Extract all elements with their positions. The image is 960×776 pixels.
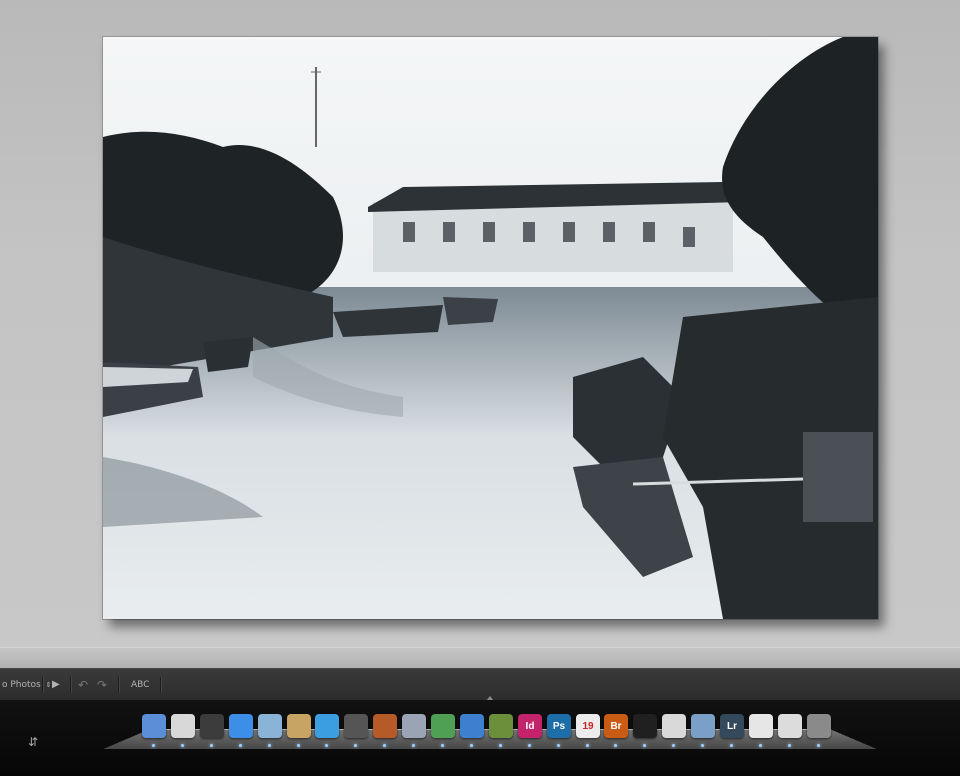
- spelling-button[interactable]: ABC: [131, 669, 149, 701]
- running-indicator: [297, 744, 300, 747]
- running-indicator: [817, 744, 820, 747]
- running-indicator: [730, 744, 733, 747]
- toolbar-divider: [42, 677, 44, 693]
- running-indicator: [470, 744, 473, 747]
- slideshow-source-dropdown[interactable]: o Photos ⇕: [2, 669, 51, 701]
- dropdown-arrows-icon: ⇕: [45, 681, 52, 689]
- running-indicator: [788, 744, 791, 747]
- numbers-icon[interactable]: [431, 714, 455, 738]
- safari-icon[interactable]: [229, 714, 253, 738]
- running-indicator: [586, 744, 589, 747]
- network-icon[interactable]: [460, 714, 484, 738]
- dashboard-icon[interactable]: [200, 714, 224, 738]
- image-workspace: [0, 0, 960, 668]
- keynote-icon[interactable]: [373, 714, 397, 738]
- running-indicator: [325, 744, 328, 747]
- bridge-icon[interactable]: Br: [604, 714, 628, 738]
- running-indicator: [383, 744, 386, 747]
- dock-area: ⇵ Id Ps 19 Br Lr: [0, 700, 960, 776]
- itunes-icon[interactable]: [315, 714, 339, 738]
- calendar-icon[interactable]: 19: [576, 714, 600, 738]
- photoshop-icon[interactable]: Ps: [547, 714, 571, 738]
- preview-icon[interactable]: [258, 714, 282, 738]
- running-indicator: [643, 744, 646, 747]
- toolbar-divider: [160, 677, 162, 693]
- rotate-right-icon[interactable]: ↷: [97, 669, 107, 701]
- running-indicator: [354, 744, 357, 747]
- running-indicator: [614, 744, 617, 747]
- running-indicator: [210, 744, 213, 747]
- running-indicator: [701, 744, 704, 747]
- minecraft-icon[interactable]: [489, 714, 513, 738]
- photo-preview[interactable]: [103, 37, 878, 619]
- toolbar-divider: [70, 677, 72, 693]
- running-indicator: [441, 744, 444, 747]
- photo-booth-icon[interactable]: [344, 714, 368, 738]
- slideshow-source-label: o Photos: [2, 680, 41, 690]
- resize-handle-icon[interactable]: ⇵: [28, 735, 38, 749]
- pages-icon[interactable]: [662, 714, 686, 738]
- bottom-toolbar: o Photos ⇕ ▶ ↶ ↷ ABC: [0, 668, 960, 702]
- lightroom-icon[interactable]: Lr: [720, 714, 744, 738]
- running-indicator: [152, 744, 155, 747]
- documents-stack-icon[interactable]: [749, 714, 773, 738]
- running-indicator: [499, 744, 502, 747]
- script-editor-icon[interactable]: [402, 714, 426, 738]
- indesign-icon[interactable]: Id: [518, 714, 542, 738]
- downloads-stack-icon[interactable]: [778, 714, 802, 738]
- running-indicator: [268, 744, 271, 747]
- play-icon[interactable]: ▶: [52, 669, 60, 701]
- canal-photo: [103, 37, 878, 619]
- trash-icon[interactable]: [807, 714, 831, 738]
- launchpad-icon[interactable]: [171, 714, 195, 738]
- running-indicator: [239, 744, 242, 747]
- finder-icon[interactable]: [142, 714, 166, 738]
- iphoto-icon[interactable]: [691, 714, 715, 738]
- running-indicator: [557, 744, 560, 747]
- running-indicator: [181, 744, 184, 747]
- running-indicator: [412, 744, 415, 747]
- notes-icon[interactable]: [287, 714, 311, 738]
- running-indicator: [672, 744, 675, 747]
- running-indicator: [759, 744, 762, 747]
- workspace-bottom-edge: [0, 647, 960, 668]
- rotate-left-icon[interactable]: ↶: [78, 669, 88, 701]
- toolbar-divider: [118, 677, 120, 693]
- running-indicator: [528, 744, 531, 747]
- activity-monitor-icon[interactable]: [633, 714, 657, 738]
